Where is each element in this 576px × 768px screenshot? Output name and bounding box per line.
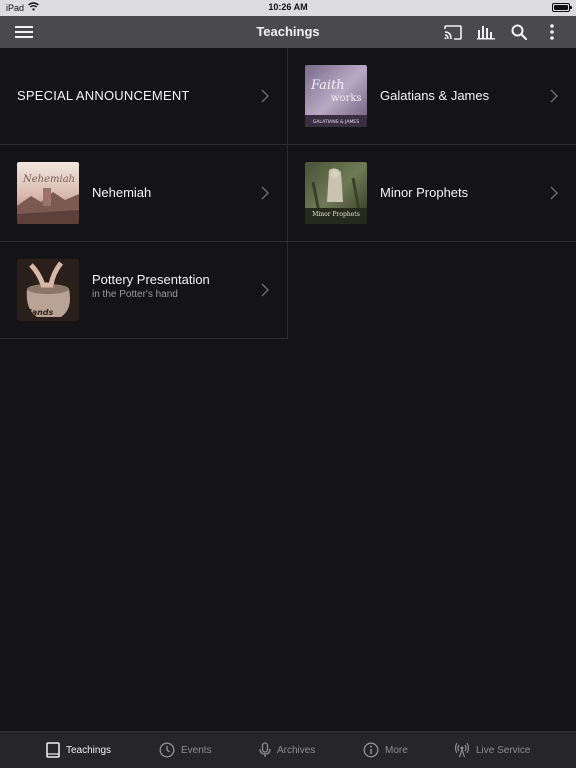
teaching-item-nehemiah[interactable]: Nehemiah Nehemiah xyxy=(0,145,288,242)
teaching-title: Galatians & James xyxy=(380,88,490,103)
teaching-item-pottery-presentation[interactable]: Hands Pottery Presentation in the Potter… xyxy=(0,242,288,339)
pottery-thumbnail: Hands xyxy=(17,259,79,321)
nav-bar: Teachings xyxy=(0,16,576,48)
svg-text:Hands: Hands xyxy=(25,308,54,317)
menu-icon[interactable] xyxy=(12,20,36,44)
tab-label: Archives xyxy=(277,744,316,756)
tab-label: Live Service xyxy=(476,744,531,756)
clock-icon xyxy=(159,742,175,758)
chevron-right-icon xyxy=(550,89,558,103)
cast-icon[interactable] xyxy=(441,20,465,44)
teaching-item-galatians-james[interactable]: Faith works GALATIANS & JAMES Galatians … xyxy=(288,48,576,145)
tab-more[interactable]: More xyxy=(363,732,408,768)
status-time: 10:26 AM xyxy=(268,2,308,12)
tab-label: Teachings xyxy=(66,744,112,756)
info-icon xyxy=(363,742,379,758)
broadcast-icon xyxy=(454,742,470,758)
audio-bars-icon[interactable] xyxy=(474,20,498,44)
search-icon[interactable] xyxy=(507,20,531,44)
thumb-caption: Minor Prophets xyxy=(312,211,360,218)
teaching-title: Minor Prophets xyxy=(380,185,469,200)
tab-label: Events xyxy=(181,744,212,756)
status-bar: iPad 10:26 AM xyxy=(0,0,576,16)
teaching-title: SPECIAL ANNOUNCEMENT xyxy=(17,88,190,103)
tab-bar: Teachings Events Archives More Live Serv… xyxy=(0,731,576,768)
teaching-title: Nehemiah xyxy=(92,185,152,200)
tab-teachings[interactable]: Teachings xyxy=(46,732,111,768)
battery-icon xyxy=(552,3,572,12)
nehemiah-thumbnail: Nehemiah xyxy=(17,162,79,224)
svg-text:Nehemiah: Nehemiah xyxy=(22,174,75,185)
teaching-subtitle: in the Potter's hand xyxy=(92,289,178,300)
chevron-right-icon xyxy=(261,89,269,103)
tab-live-service[interactable]: Live Service xyxy=(454,732,530,768)
tab-archives[interactable]: Archives xyxy=(259,732,315,768)
more-vertical-icon[interactable] xyxy=(540,20,564,44)
svg-text:works: works xyxy=(331,93,362,104)
chevron-right-icon xyxy=(550,186,558,200)
thumb-caption: GALATIANS & JAMES xyxy=(313,119,360,125)
galatians-james-thumbnail: Faith works GALATIANS & JAMES xyxy=(305,65,367,127)
chevron-right-icon xyxy=(261,186,269,200)
svg-text:Faith: Faith xyxy=(310,78,345,93)
microphone-icon xyxy=(259,742,271,757)
book-icon xyxy=(46,742,60,758)
minor-prophets-thumbnail: Minor Prophets xyxy=(305,162,367,224)
tab-label: More xyxy=(385,744,408,756)
tab-events[interactable]: Events xyxy=(159,732,212,768)
teaching-title: Pottery Presentation xyxy=(92,272,210,287)
teaching-item-minor-prophets[interactable]: Minor Prophets Minor Prophets xyxy=(288,145,576,242)
chevron-right-icon xyxy=(261,283,269,297)
teaching-item-special-announcement[interactable]: SPECIAL ANNOUNCEMENT xyxy=(0,48,288,145)
